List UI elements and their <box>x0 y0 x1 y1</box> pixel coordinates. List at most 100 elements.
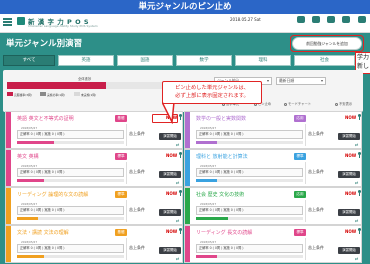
unit-title[interactable]: 英文 英構 <box>16 153 113 161</box>
mode-label: 苦上条件 <box>308 245 324 250</box>
callout-tail <box>162 102 175 124</box>
order-select[interactable]: 最新日順 ▾ <box>276 77 326 85</box>
now-badge: NOW <box>345 115 357 120</box>
tab-1[interactable]: 英語 <box>58 55 114 66</box>
tab-3[interactable]: 数学 <box>176 55 232 66</box>
callout-line-2: 必ず上部に表示固定されます。 <box>175 93 249 99</box>
pin-icon[interactable] <box>358 114 361 120</box>
mode-label: 苦上条件 <box>129 245 145 250</box>
divider <box>126 200 127 222</box>
unit-card: 社会 歴史 文化の技術 応用 NOW 2018/05/27 正解率 0 ( 0問 ) 実… <box>184 187 362 225</box>
chevron-down-icon: ▾ <box>266 78 269 83</box>
unit-title[interactable]: 数学の一般と実数関数 <box>195 115 292 123</box>
shuffle-icon[interactable]: ⇄ <box>176 180 179 185</box>
unit-title[interactable]: リーディング 長文の読解 <box>195 229 292 237</box>
subject-stripe <box>185 112 190 148</box>
divider <box>305 238 306 260</box>
gear-icon[interactable] <box>339 16 353 30</box>
pin-icon[interactable] <box>179 228 182 234</box>
pin-icon[interactable] <box>358 152 361 158</box>
now-badge: NOW <box>345 191 357 196</box>
title-banner: 単元ジャンルのピン止め <box>0 0 370 14</box>
shuffle-icon[interactable]: ⇄ <box>355 142 358 147</box>
overall-progress-bar <box>7 82 167 89</box>
unit-title[interactable]: 文法・講読 文法の理解 <box>16 229 113 237</box>
tab-0[interactable]: すべて <box>3 55 55 66</box>
list-icon[interactable] <box>309 16 323 30</box>
unit-title[interactable]: 社会 歴史 文化の技術 <box>195 191 292 199</box>
card-progress-bar <box>196 255 303 258</box>
anxiety-toggle[interactable]: 不安表示 <box>335 101 352 106</box>
pin-icon[interactable] <box>179 152 182 158</box>
card-progress-fill <box>17 179 44 182</box>
score-summary: 正解率 0 ( 0問 ) 実施 0 ( 0問 ) <box>17 130 124 139</box>
shuffle-icon[interactable]: ⇄ <box>176 218 179 223</box>
mode-label: 苦上条件 <box>129 207 145 212</box>
mail-icon[interactable] <box>355 16 369 30</box>
score-summary: 正解率 0 ( 0問 ) 実施 0 ( 0問 ) <box>17 168 124 177</box>
unit-card: 文法・講読 文法の理解 基礎 NOW 2018/05/27 正解率 0 ( 0問 ) 実… <box>5 225 183 263</box>
legend-item: 実施の率(1問) <box>47 93 65 97</box>
level-badge: 標準 <box>115 153 127 160</box>
unit-card: 英文 英構 標準 NOW 2018/05/27 正解率 0 ( 0問 ) 実施 0 ( … <box>5 149 183 187</box>
legend-swatch <box>40 92 46 96</box>
unit-title[interactable]: 理科と 放射能と計算法 <box>195 153 292 161</box>
shuffle-icon[interactable]: ⇄ <box>355 256 358 261</box>
score-summary: 正解率 0 ( 0問 ) 実施 0 ( 0問 ) <box>196 244 303 253</box>
shuffle-icon[interactable]: ⇄ <box>355 180 358 185</box>
trophy-icon[interactable] <box>324 16 338 30</box>
mail-icon-glyph <box>358 16 366 23</box>
unit-title[interactable]: リーディング 論理的な文の読解 <box>16 191 113 199</box>
card-progress-bar <box>17 179 124 182</box>
start-button[interactable]: 演習開始 <box>338 247 360 254</box>
shuffle-icon[interactable]: ⇄ <box>355 218 358 223</box>
subject-stripe <box>6 188 11 224</box>
tab-5[interactable]: 社会 <box>294 55 355 66</box>
tab-2[interactable]: 国語 <box>117 55 173 66</box>
card-progress-bar <box>196 217 303 220</box>
level-badge: 応用 <box>294 191 306 198</box>
hamburger-menu-icon[interactable] <box>3 18 12 26</box>
subject-stripe <box>185 226 190 262</box>
start-button[interactable]: 演習開始 <box>159 133 181 140</box>
start-button[interactable]: 演習開始 <box>338 171 360 178</box>
legend-item: 克服確率(3問) <box>14 93 32 97</box>
start-button[interactable]: 演習開始 <box>159 171 181 178</box>
now-badge: NOW <box>166 191 178 196</box>
start-button[interactable]: 演習開始 <box>159 209 181 216</box>
mode-label: 苦上条件 <box>308 207 324 212</box>
legend-item: 未実施(1問) <box>81 93 97 97</box>
toggle-icon <box>335 102 338 106</box>
level-badge: 応用 <box>294 115 306 122</box>
chat-icon[interactable] <box>294 16 308 30</box>
history-button-highlight <box>290 35 364 52</box>
start-button[interactable]: 演習開始 <box>159 247 181 254</box>
now-badge: NOW <box>345 153 357 158</box>
pin-icon[interactable] <box>358 190 361 196</box>
subject-stripe <box>6 112 11 148</box>
card-progress-fill <box>17 255 44 258</box>
chat-icon-glyph <box>297 16 305 23</box>
pin-icon[interactable] <box>358 228 361 234</box>
logo-icon <box>17 17 25 25</box>
start-button[interactable]: 演習開始 <box>338 209 360 216</box>
now-badge: NOW <box>166 229 178 234</box>
card-progress-bar <box>196 141 303 144</box>
unit-title[interactable]: 英語 英文と不等式の証明 <box>16 115 113 123</box>
stats-label: 全体進捗 <box>78 77 92 81</box>
start-button[interactable]: 演習開始 <box>338 133 360 140</box>
card-progress-fill <box>196 179 218 182</box>
shuffle-icon[interactable]: ⇄ <box>176 256 179 261</box>
tab-4[interactable]: 理科 <box>235 55 291 66</box>
filter-radio[interactable]: モードチャート <box>284 101 311 106</box>
score-summary: 正解率 0 ( 0問 ) 実施 0 ( 0問 ) <box>196 130 303 139</box>
level-badge: 基礎 <box>115 229 127 236</box>
subject-tabs: すべて 英語 国語 数学 理科 社会 <box>3 55 355 66</box>
level-badge: 標準 <box>294 153 306 160</box>
level-badge: 標準 <box>294 229 306 236</box>
pin-icon[interactable] <box>179 190 182 196</box>
card-progress-bar <box>196 179 303 182</box>
list-icon-glyph <box>312 16 320 23</box>
card-progress-bar <box>17 141 124 144</box>
shuffle-icon[interactable]: ⇄ <box>176 142 179 147</box>
